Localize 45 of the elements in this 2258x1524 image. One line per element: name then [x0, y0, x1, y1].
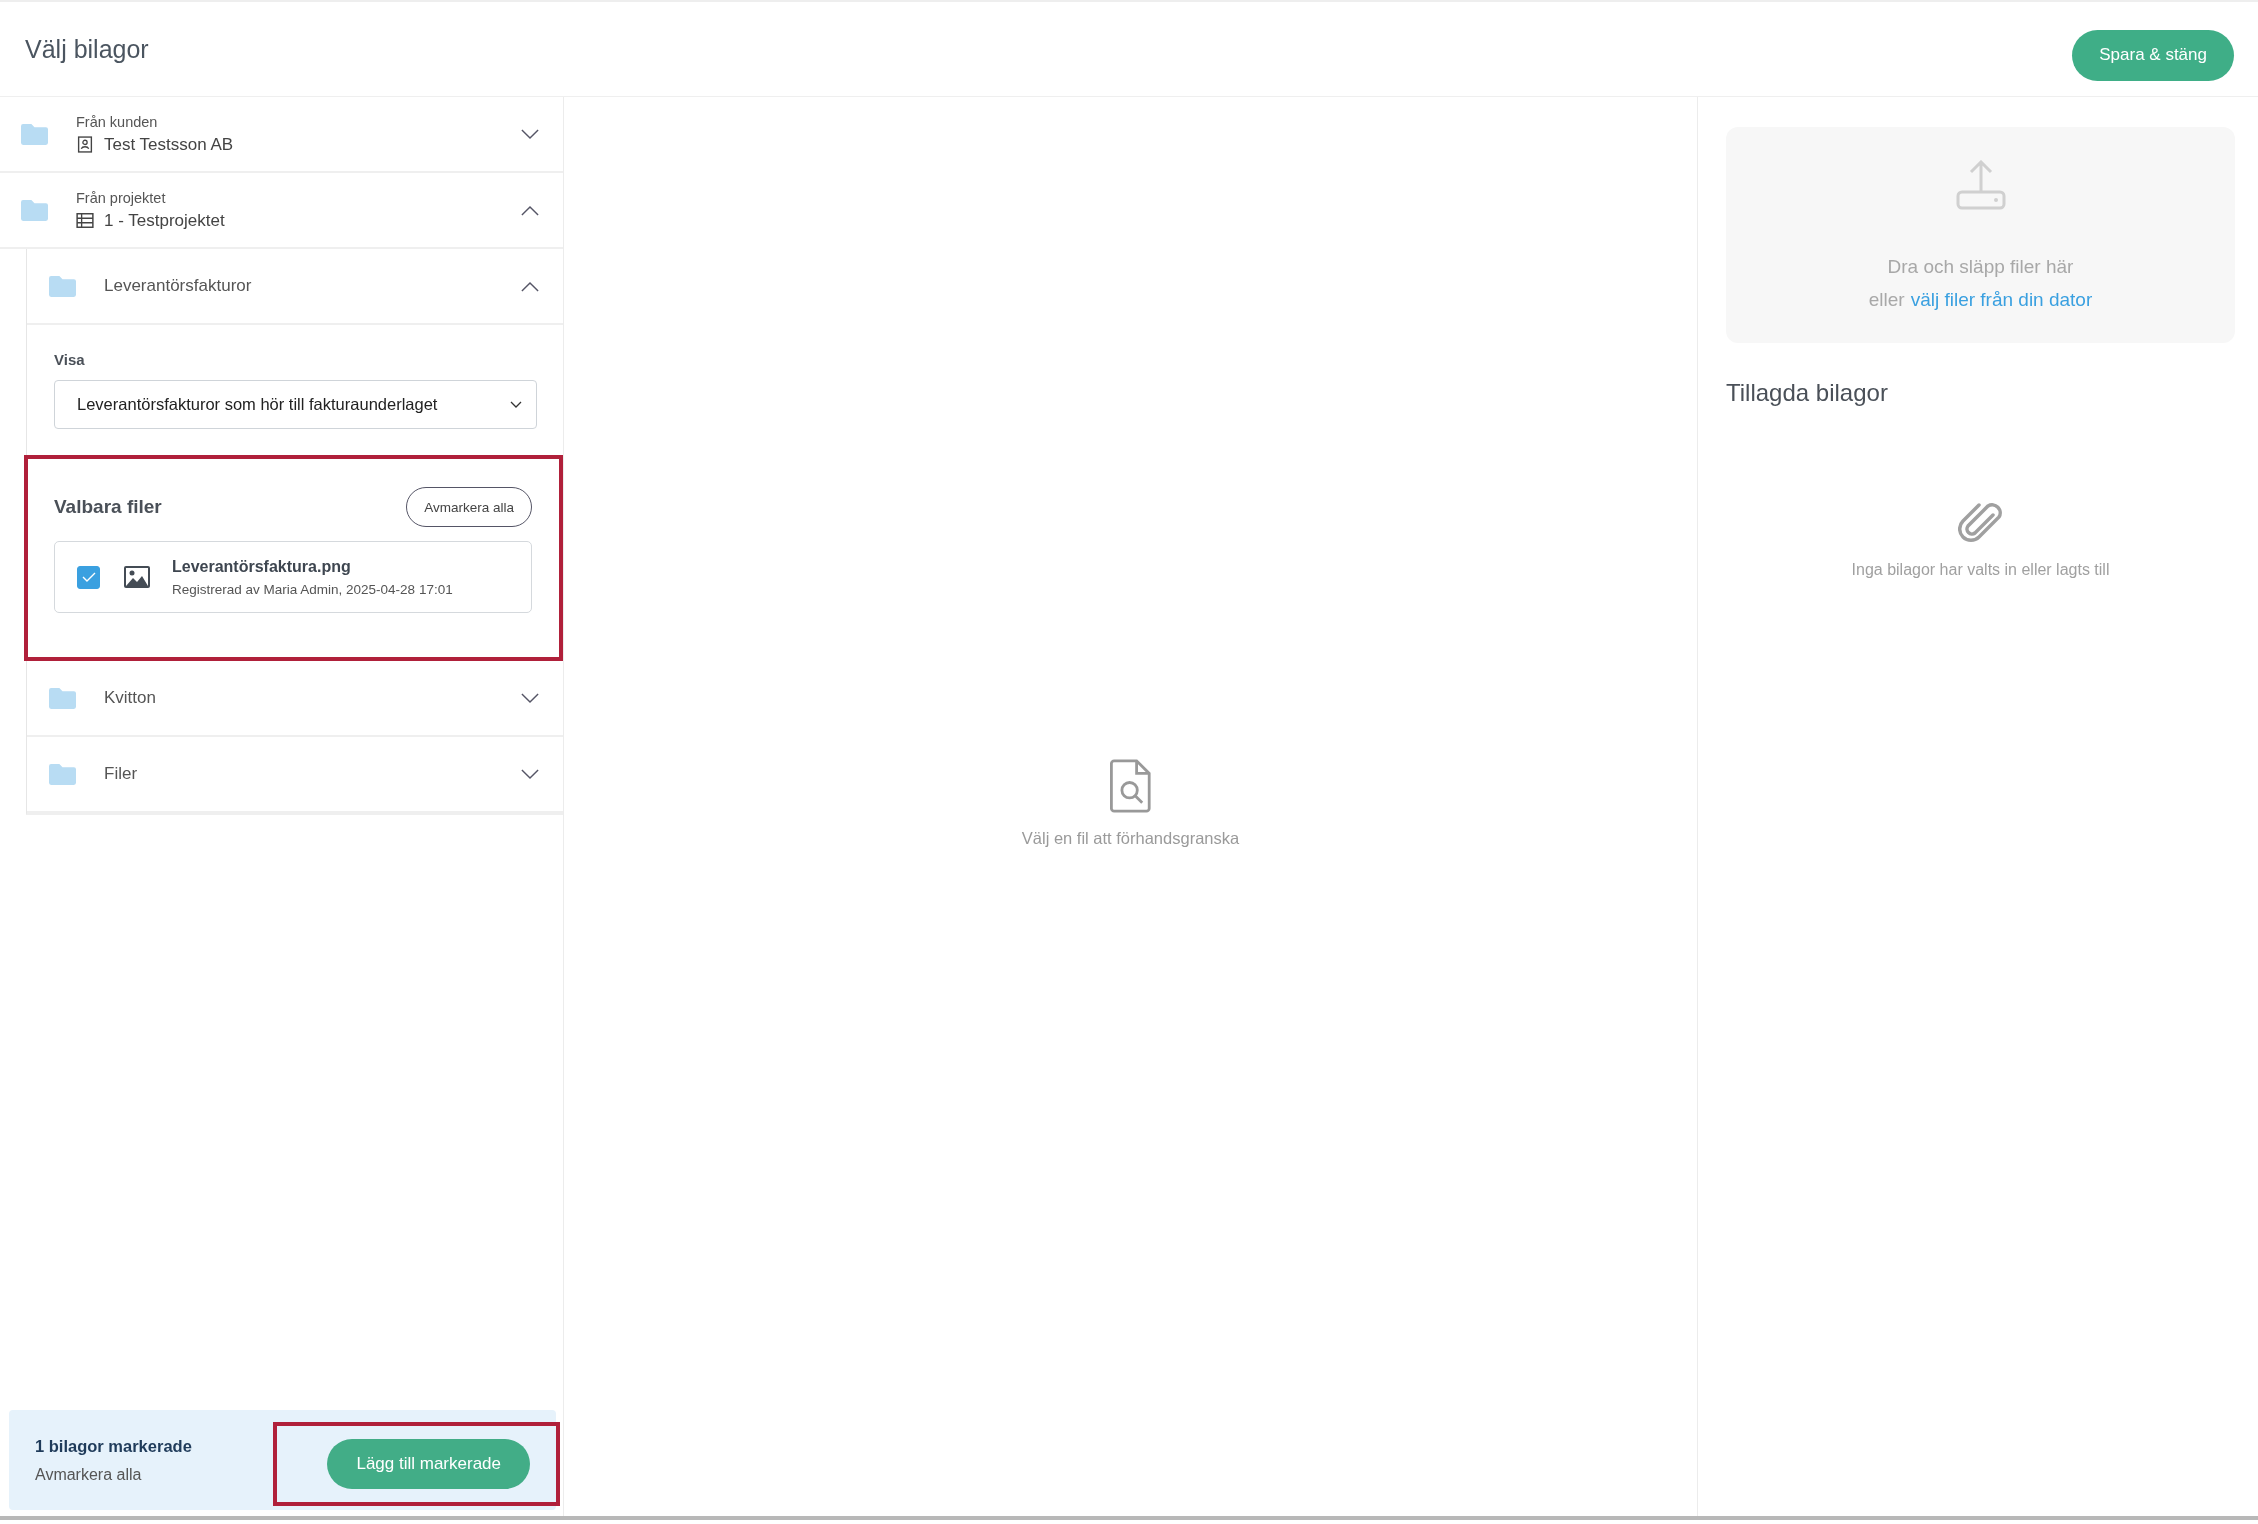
selection-count: 1 bilagor markerade [35, 1436, 192, 1456]
filter-dropdown[interactable]: Leverantörsfakturor som hör till fakturaunderlaget [54, 380, 537, 429]
source-label: Från kunden [76, 113, 159, 130]
folder-row[interactable]: Filer [27, 737, 563, 813]
folder-icon [49, 687, 76, 709]
document-search-icon [1109, 759, 1152, 813]
chevron-down-icon[interactable] [521, 692, 539, 704]
section-title: Tillagda bilagor [1726, 379, 1889, 407]
chevron-up-icon[interactable] [521, 280, 539, 292]
checkbox[interactable] [77, 565, 100, 589]
source-row[interactable]: Från projektet 1 - Testprojektet [0, 173, 563, 249]
folder-icon [21, 199, 48, 221]
file-meta: Registrerad av Maria Admin, 2025-04-28 17:01 [172, 581, 453, 597]
drop-hint: Dra och släpp filer här [1887, 255, 2074, 279]
chevron-down-icon[interactable] [521, 128, 539, 140]
chevron-down-icon [510, 400, 522, 409]
source-row[interactable]: Från kunden Test Testsson AB [0, 97, 563, 173]
table-icon [76, 212, 94, 229]
upload-icon [1955, 160, 2006, 210]
folder-name: Filer [104, 764, 139, 784]
folder-row[interactable]: Kvitton [27, 661, 563, 737]
filter-label: Visa [54, 351, 86, 368]
preview-empty-text: Välj en fil att förhandsgranska [1021, 829, 1240, 848]
folder-row[interactable]: Leverantörsfakturor [27, 249, 563, 325]
chevron-down-icon[interactable] [521, 768, 539, 780]
attachments-empty-text: Inga bilagor har valts in eller lagts till [1851, 561, 2110, 579]
folder-name: Leverantörsfakturor [104, 276, 253, 296]
checkmark-icon [81, 572, 96, 582]
folder-icon [49, 763, 76, 785]
file-name: Leverantörsfaktura.png [172, 557, 352, 576]
image-icon [124, 566, 150, 588]
folder-icon [21, 123, 48, 145]
drop-hint-prefix: eller [1868, 288, 1905, 312]
contact-card-icon [76, 136, 94, 153]
deselect-all-button[interactable]: Avmarkera alla [406, 487, 532, 527]
source-label: Från projektet [76, 189, 167, 206]
deselect-all-link[interactable]: Avmarkera alla [35, 1465, 192, 1484]
source-name: Test Testsson AB [104, 134, 234, 155]
dialog-title: Välj bilagor [25, 34, 149, 64]
folder-name: Kvitton [104, 688, 157, 708]
source-name: 1 - Testprojektet [104, 210, 225, 231]
file-card[interactable]: Leverantörsfaktura.png Registrerad av Maria Admin, 2025-04-28 17:01 [54, 541, 532, 613]
section-title: Valbara filer [54, 496, 162, 518]
chevron-up-icon[interactable] [521, 204, 539, 216]
folder-icon [49, 275, 76, 297]
